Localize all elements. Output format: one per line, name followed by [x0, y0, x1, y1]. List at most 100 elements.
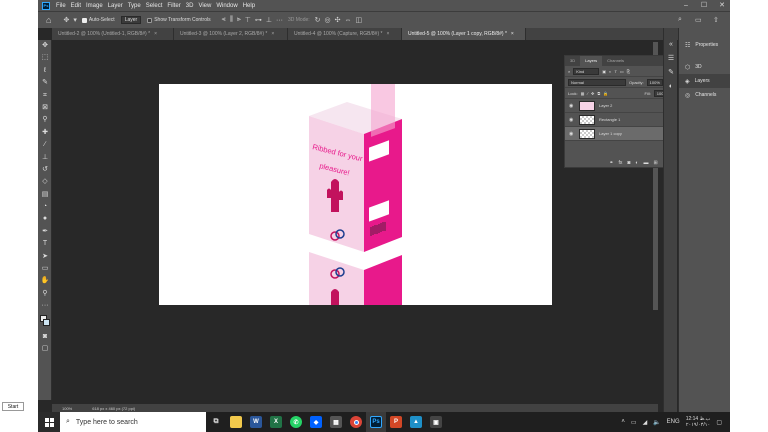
align-top-icon[interactable]: ⊤: [245, 16, 251, 24]
brush-settings-icon[interactable]: ✎: [664, 66, 678, 80]
auto-select-checkbox[interactable]: Auto-Select: [81, 17, 115, 23]
opacity-input[interactable]: 100%: [646, 78, 663, 86]
panel-3d[interactable]: ⬡ 3D: [679, 60, 730, 74]
gradient-tool-icon[interactable]: ▤: [38, 189, 52, 201]
chrome-icon[interactable]: [346, 412, 366, 432]
align-middle-icon[interactable]: ⊶: [255, 16, 262, 24]
adjustment-layer-icon[interactable]: ◐: [635, 160, 638, 166]
move-tool-icon[interactable]: ✥: [38, 40, 52, 52]
frame-tool-icon[interactable]: ⊠: [38, 102, 52, 114]
dodge-tool-icon[interactable]: ●: [38, 213, 52, 225]
3d-pan-icon[interactable]: ✣: [335, 16, 341, 24]
close-icon[interactable]: ×: [154, 28, 157, 40]
other-app-icon[interactable]: ▣: [426, 412, 446, 432]
layer-name[interactable]: Layer 1 copy: [599, 131, 622, 136]
network-icon[interactable]: ◢: [643, 419, 648, 426]
language-indicator[interactable]: ENG: [667, 419, 680, 425]
panel-layers[interactable]: ◈ Layers: [679, 74, 730, 88]
volume-icon[interactable]: 🔈: [653, 419, 660, 426]
tab-3d[interactable]: 3D: [565, 56, 580, 66]
align-bottom-icon[interactable]: ⊥: [266, 16, 272, 24]
excel-icon[interactable]: X: [266, 412, 286, 432]
clock[interactable]: 12:14 ب.ظ ۲۰۱۹/۰۴/۱۰: [686, 416, 711, 428]
panel-properties[interactable]: ☷ Properties: [679, 38, 730, 52]
blend-mode-dropdown[interactable]: Normal: [568, 78, 626, 86]
dropbox-icon[interactable]: ◆: [306, 412, 326, 432]
history-brush-tool-icon[interactable]: ↺: [38, 164, 52, 176]
task-view-icon[interactable]: ⧉: [206, 412, 226, 432]
menu-file[interactable]: File: [56, 3, 66, 9]
tab-untitled-5[interactable]: Untitled-5 @ 100% (Layer 1 copy, RGB/8#)…: [402, 28, 526, 40]
menu-type[interactable]: Type: [128, 3, 141, 9]
layer-row[interactable]: ◉ Layer 1 copy: [565, 127, 673, 141]
collapse-icon[interactable]: «: [664, 38, 678, 52]
document-canvas[interactable]: Ribbed for your pleasure! Kohinoor: [159, 46, 552, 305]
new-group-icon[interactable]: ▬: [643, 160, 648, 166]
screen-mode-icon[interactable]: ▢: [38, 343, 52, 355]
marquee-tool-icon[interactable]: ⬚: [38, 52, 52, 64]
brush-tool-icon[interactable]: ∕: [38, 139, 52, 151]
layer-name[interactable]: Layer 2: [599, 103, 612, 108]
lasso-tool-icon[interactable]: ℓ: [38, 65, 52, 77]
menu-window[interactable]: Window: [216, 3, 237, 9]
tab-channels[interactable]: Channels: [602, 56, 629, 66]
eye-icon[interactable]: ◉: [569, 117, 575, 123]
share-icon[interactable]: ⇧: [713, 16, 719, 24]
close-button[interactable]: ✕: [714, 0, 730, 11]
layer-row[interactable]: ◉ Layer 2: [565, 99, 673, 113]
search-icon[interactable]: ⌕: [678, 16, 682, 24]
chevron-up-icon[interactable]: ˄: [621, 419, 625, 425]
close-icon[interactable]: ×: [271, 28, 274, 40]
photoshop-icon[interactable]: Ps: [366, 412, 386, 432]
tab-untitled-2[interactable]: Untitled-2 @ 100% (Untitled-1, RGB/8#) *…: [52, 28, 174, 40]
tab-untitled-4[interactable]: Untitled-4 @ 100% (Capture, RGB/8#) * ×: [288, 28, 402, 40]
kind-filter-dropdown[interactable]: Kind: [573, 67, 600, 75]
align-right-icon[interactable]: ⫸: [237, 16, 241, 24]
eraser-tool-icon[interactable]: ◇: [38, 176, 52, 188]
more-tools-icon[interactable]: ···: [38, 300, 52, 312]
eyedropper-tool-icon[interactable]: ⚲: [38, 114, 52, 126]
close-icon[interactable]: ×: [386, 28, 389, 40]
checkbox-box[interactable]: [81, 17, 87, 23]
tab-layers[interactable]: Layers: [580, 56, 603, 66]
lock-position-icon[interactable]: ✥: [591, 91, 594, 96]
blur-tool-icon[interactable]: ◔: [38, 201, 52, 213]
clone-stamp-tool-icon[interactable]: ⊥: [38, 152, 52, 164]
3d-scale-icon[interactable]: ◫: [356, 16, 363, 24]
chevron-down-icon[interactable]: ▾: [73, 16, 77, 24]
color-icon[interactable]: ◐: [664, 80, 678, 94]
lock-artboard-icon[interactable]: ⧉: [597, 91, 600, 96]
file-explorer-icon[interactable]: [226, 412, 246, 432]
history-icon[interactable]: ☰: [664, 52, 678, 66]
zoom-tool-icon[interactable]: ⚲: [38, 288, 52, 300]
checkbox-box[interactable]: [147, 17, 153, 23]
rectangle-tool-icon[interactable]: ▭: [38, 263, 52, 275]
menu-view[interactable]: View: [198, 3, 211, 9]
home-icon[interactable]: ⌂: [46, 15, 51, 25]
eye-icon[interactable]: ◉: [569, 131, 575, 137]
healing-brush-tool-icon[interactable]: ✚: [38, 127, 52, 139]
move-tool-icon[interactable]: ✥: [63, 16, 69, 24]
shape-filter-icon[interactable]: ▭: [620, 69, 624, 74]
maximize-button[interactable]: ☐: [696, 0, 712, 11]
security-app-icon[interactable]: ▦: [326, 412, 346, 432]
path-select-tool-icon[interactable]: ➤: [38, 251, 52, 263]
type-filter-icon[interactable]: T: [614, 69, 616, 74]
zoom-level[interactable]: 100%: [62, 406, 72, 411]
lock-paint-icon[interactable]: ∕: [587, 91, 588, 96]
more-options-icon[interactable]: ···: [276, 17, 283, 24]
transform-controls-checkbox[interactable]: Show Transform Controls: [147, 17, 211, 23]
panel-channels[interactable]: ◎ Channels: [679, 88, 730, 102]
eye-icon[interactable]: ◉: [569, 103, 575, 109]
quick-mask-icon[interactable]: ◙: [38, 331, 52, 343]
menu-3d[interactable]: 3D: [186, 3, 194, 9]
tab-untitled-3[interactable]: Untitled-3 @ 100% (Layer 2, RGB/8#) * ×: [174, 28, 288, 40]
3d-roll-icon[interactable]: ◎: [325, 16, 331, 24]
fx-icon[interactable]: fx: [618, 160, 622, 166]
new-layer-icon[interactable]: ⊞: [653, 160, 657, 166]
menu-filter[interactable]: Filter: [167, 3, 180, 9]
quick-select-tool-icon[interactable]: ✎: [38, 77, 52, 89]
close-icon[interactable]: ×: [511, 28, 514, 40]
layer-row[interactable]: ◉ Rectangle 1: [565, 113, 673, 127]
3d-slide-icon[interactable]: ⇔: [345, 17, 352, 24]
